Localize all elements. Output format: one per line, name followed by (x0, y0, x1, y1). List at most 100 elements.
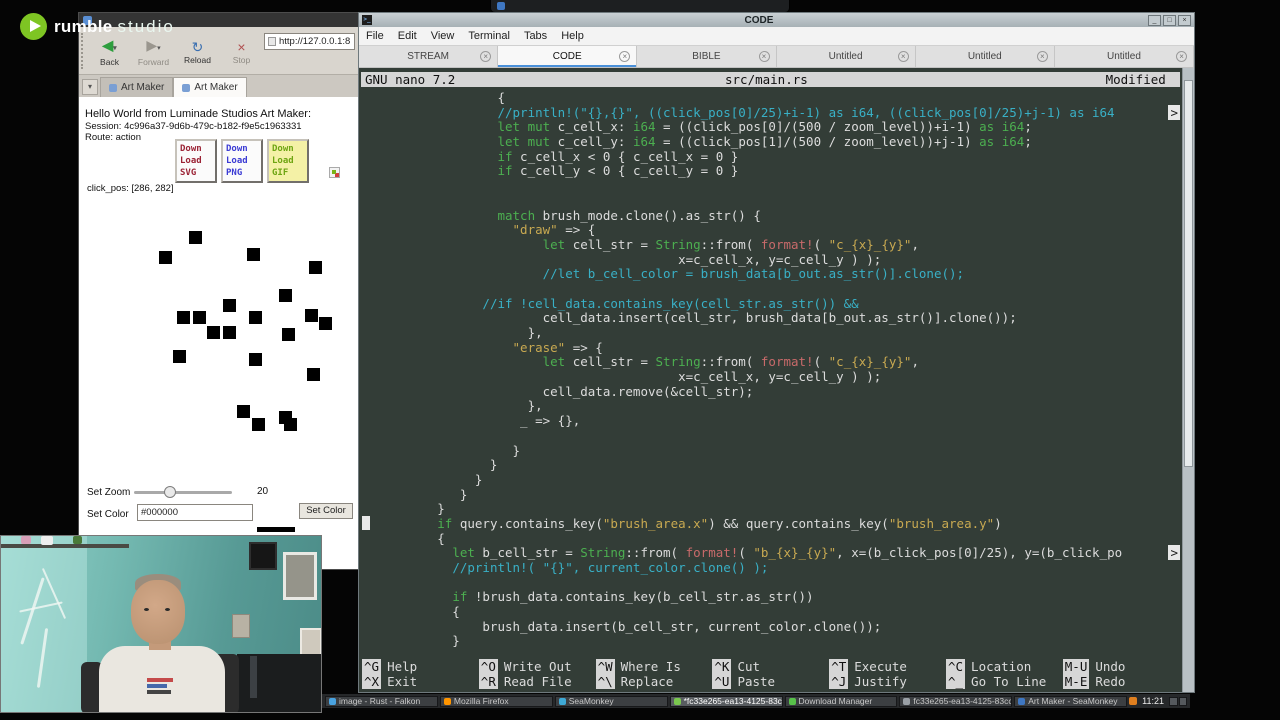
shortcut-key: ^R (478, 674, 498, 689)
code-line: } (362, 633, 460, 649)
pixel-cell (193, 311, 206, 324)
rumble-studio-logo: rumble studio (20, 13, 175, 40)
download-svg-button[interactable]: Down Load SVG (175, 139, 217, 183)
tab-close-icon[interactable]: × (1036, 51, 1048, 62)
route-text: Route: action (85, 132, 141, 143)
nano-editor[interactable]: GNU nano 7.2 src/main.rs Modified { //pr… (359, 68, 1194, 692)
code-line: x=c_cell_x, y=c_cell_y ) ); (362, 369, 882, 385)
shortcut-label: Redo (1095, 674, 1126, 689)
menu-view[interactable]: View (424, 30, 462, 42)
pixel-cell (237, 405, 250, 418)
taskbar-item-label: Download Manager (798, 696, 873, 706)
taskbar-item-label: *fc33e265-ea13-4125-83c... (683, 696, 783, 706)
terminal-tab-untitled[interactable]: Untitled × (776, 46, 916, 67)
nano-shortcut-location[interactable]: ^C Location (945, 659, 1063, 674)
download-gif-button[interactable]: Down Load GIF (267, 139, 309, 183)
taskbar-item[interactable]: Art Maker - SeaMonkey (1014, 695, 1128, 707)
shelf-item (41, 536, 53, 545)
nano-shortcut-redo[interactable]: M-E Redo (1062, 674, 1180, 689)
terminal-tab-stream[interactable]: STREAM × (359, 46, 499, 67)
terminal-tab-code[interactable]: CODE × (498, 46, 638, 67)
code-line: } (362, 501, 445, 517)
slider-thumb[interactable] (164, 486, 176, 498)
url-bar[interactable]: http://127.0.0.1:8 (264, 33, 355, 50)
nano-shortcut-paste[interactable]: ^U Paste (712, 674, 829, 689)
nano-shortcut-help[interactable]: ^G Help (362, 659, 479, 674)
minimize-icon[interactable]: _ (1148, 14, 1161, 26)
set-color-button[interactable]: Set Color (299, 503, 353, 519)
tab-close-icon[interactable]: × (480, 51, 492, 62)
download-png-button[interactable]: Down Load PNG (221, 139, 263, 183)
tab-close-icon[interactable]: × (758, 51, 770, 62)
person-eye (144, 608, 149, 611)
nano-shortcut-read-file[interactable]: ^R Read File (478, 674, 596, 689)
broken-image-icon (329, 167, 340, 178)
taskbar-item[interactable]: *fc33e265-ea13-4125-83c... (669, 695, 783, 707)
nano-shortcut-where-is[interactable]: ^W Where Is (595, 659, 713, 674)
reload-button[interactable]: ↻ Reload (176, 29, 219, 74)
taskbar-item[interactable]: Download Manager (784, 695, 898, 707)
tab-close-icon[interactable]: × (619, 51, 631, 62)
close-icon[interactable]: × (1178, 14, 1191, 26)
taskbar-item[interactable]: image - Rust - Falkon (325, 695, 438, 707)
terminal-titlebar[interactable]: >_ CODE _ □ × (359, 13, 1194, 27)
code-line: if query.contains_key("brush_area.x") &&… (362, 515, 1180, 531)
pixel-cell (309, 261, 322, 274)
download-button-text: SVG (180, 168, 197, 178)
person-eye (165, 608, 170, 611)
taskbar-item[interactable]: Mozilla Firefox (439, 695, 553, 707)
shortcut-label: Exit (387, 674, 418, 689)
color-preview-bar (257, 527, 295, 532)
shortcut-label: Go To Line (971, 674, 1047, 689)
tab-list-button[interactable]: ▾ (82, 79, 98, 95)
menu-file[interactable]: File (359, 30, 391, 42)
shortcut-label: Write Out (503, 659, 572, 674)
nano-shortcut-cut[interactable]: ^K Cut (712, 659, 829, 674)
shortcut-row-1: ^G Help ^O Write Out ^W Where Is ^K Cut ^T Execut… (362, 659, 1180, 674)
tray-icon[interactable] (1129, 697, 1138, 705)
stop-button[interactable]: × Stop (220, 29, 263, 74)
menu-terminal[interactable]: Terminal (461, 30, 517, 42)
code-line: "draw" => { (512, 222, 596, 238)
terminal-tab-bible[interactable]: BIBLE × (637, 46, 777, 67)
menu-help[interactable]: Help (554, 30, 591, 42)
nano-shortcut-write-out[interactable]: ^O Write Out (478, 659, 596, 674)
browser-tab-2[interactable]: Art Maker (173, 77, 247, 97)
code-line: if !brush_data.contains_key(b_cell_str.a… (452, 589, 814, 605)
pixel-cell (249, 311, 262, 324)
nano-shortcut-go-to-line[interactable]: ^_ Go To Line (945, 674, 1063, 689)
browser-tab-1[interactable]: Art Maker (100, 77, 174, 97)
tab-close-icon[interactable]: × (1176, 51, 1188, 62)
nano-shortcut-justify[interactable]: ^J Justify (829, 674, 946, 689)
nano-shortcut-undo[interactable]: M-U Undo (1062, 659, 1180, 674)
taskbar-item[interactable]: fc33e265-ea13-4125-83cc... (899, 695, 1013, 707)
nano-code[interactable]: { //println!("{},{}", ((click_pos[0]/25)… (359, 87, 1194, 648)
taskbar-item-label: Art Maker - SeaMonkey (1028, 696, 1118, 706)
zoom-slider[interactable] (134, 484, 232, 500)
pixel-canvas[interactable] (139, 223, 341, 435)
clock[interactable]: 11:21 (1142, 696, 1164, 706)
tab-label: Untitled (967, 51, 1002, 62)
nano-shortcut-exit[interactable]: ^X Exit (362, 674, 479, 689)
scrollbar[interactable] (1182, 68, 1194, 692)
nano-shortcut-replace[interactable]: ^\ Replace (595, 674, 713, 689)
workspace-pager[interactable] (1169, 696, 1187, 706)
tab-label: Art Maker (194, 82, 238, 93)
terminal-tab-untitled[interactable]: Untitled × (1054, 46, 1195, 67)
code-line: }, (362, 398, 543, 414)
color-input[interactable] (137, 504, 253, 521)
terminal-menubar: File Edit View Terminal Tabs Help (359, 27, 1194, 46)
scrollbar-thumb[interactable] (1184, 80, 1193, 468)
maximize-icon[interactable]: □ (1163, 14, 1176, 26)
code-line: } (362, 442, 521, 458)
tab-close-icon[interactable]: × (897, 51, 909, 62)
nano-shortcut-execute[interactable]: ^T Execute (829, 659, 946, 674)
taskbar-item[interactable]: SeaMonkey (554, 695, 668, 707)
shelf-item (21, 536, 31, 544)
shortcut-key: ^J (829, 674, 849, 689)
webcam-overlay (0, 535, 322, 713)
terminal-tab-untitled[interactable]: Untitled × (915, 46, 1055, 67)
code-line: } (362, 471, 483, 487)
menu-edit[interactable]: Edit (391, 30, 424, 42)
menu-tabs[interactable]: Tabs (517, 30, 554, 42)
